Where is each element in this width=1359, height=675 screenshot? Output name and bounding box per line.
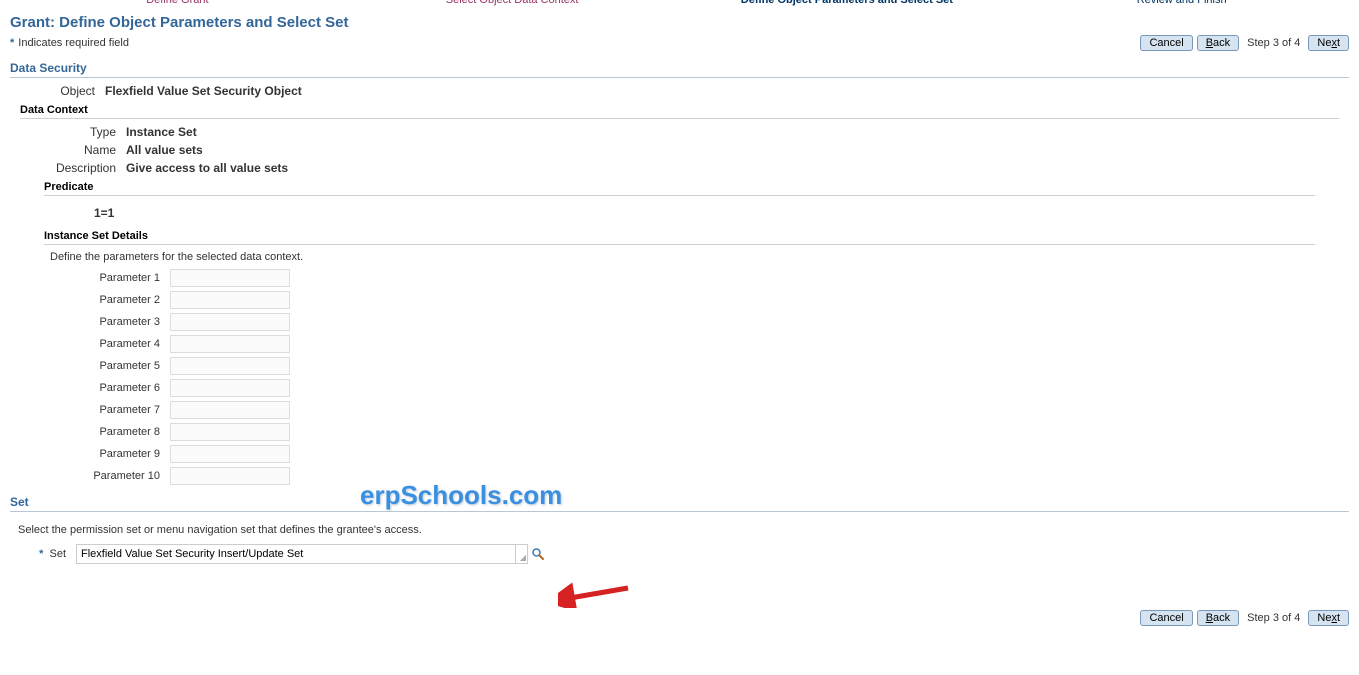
description-label: Description [36, 161, 126, 175]
param6-label: Parameter 6 [50, 382, 170, 394]
predicate-heading: Predicate [44, 181, 1315, 196]
type-label: Type [36, 125, 126, 139]
type-value: Instance Set [126, 125, 197, 139]
back-button-bottom[interactable]: Back [1197, 610, 1239, 626]
param9-input[interactable] [170, 445, 290, 463]
object-value: Flexfield Value Set Security Object [105, 84, 302, 98]
step-indicator: Step 3 of 4 [1243, 37, 1304, 49]
top-button-bar: Cancel Back Step 3 of 4 Next [1140, 35, 1349, 51]
param4-input[interactable] [170, 335, 290, 353]
step-indicator-bottom: Step 3 of 4 [1243, 612, 1304, 624]
param7-label: Parameter 7 [50, 404, 170, 416]
train-step-2[interactable]: Select Object Data Context [345, 0, 680, 8]
train-step-3: Define Object Parameters and Select Set [680, 0, 1015, 8]
param10-input[interactable] [170, 467, 290, 485]
param2-label: Parameter 2 [50, 294, 170, 306]
instance-set-instruction: Define the parameters for the selected d… [20, 249, 1339, 267]
page-title: Grant: Define Object Parameters and Sele… [0, 8, 1359, 33]
set-label: * Set [18, 548, 76, 560]
param3-input[interactable] [170, 313, 290, 331]
set-input[interactable] [76, 544, 516, 564]
lov-dropdown-icon[interactable]: ◢ [516, 544, 528, 564]
object-label: Object [30, 84, 105, 98]
param3-label: Parameter 3 [50, 316, 170, 328]
train-step-4: Review and Finish [1014, 0, 1349, 8]
train-steps: Define Grant Select Object Data Context … [0, 0, 1359, 8]
param10-label: Parameter 10 [50, 470, 170, 482]
param8-label: Parameter 8 [50, 426, 170, 438]
param4-label: Parameter 4 [50, 338, 170, 350]
required-field-indicator: *Indicates required field [10, 37, 129, 49]
param8-input[interactable] [170, 423, 290, 441]
param1-label: Parameter 1 [50, 272, 170, 284]
param5-label: Parameter 5 [50, 360, 170, 372]
search-icon[interactable] [531, 547, 545, 561]
data-security-heading: Data Security [10, 61, 1349, 78]
instance-set-details-heading: Instance Set Details [44, 230, 1315, 245]
name-label: Name [36, 143, 126, 157]
cancel-button[interactable]: Cancel [1140, 35, 1192, 51]
bottom-button-bar: Cancel Back Step 3 of 4 Next [0, 602, 1359, 634]
data-context-heading: Data Context [20, 104, 1339, 119]
next-button[interactable]: Next [1308, 35, 1349, 51]
name-value: All value sets [126, 143, 203, 157]
back-button[interactable]: Back [1197, 35, 1239, 51]
param6-input[interactable] [170, 379, 290, 397]
predicate-value: 1=1 [44, 200, 1315, 226]
param5-input[interactable] [170, 357, 290, 375]
next-button-bottom[interactable]: Next [1308, 610, 1349, 626]
cancel-button-bottom[interactable]: Cancel [1140, 610, 1192, 626]
train-step-1[interactable]: Define Grant [10, 0, 345, 8]
description-value: Give access to all value sets [126, 161, 288, 175]
param7-input[interactable] [170, 401, 290, 419]
param2-input[interactable] [170, 291, 290, 309]
set-heading: Set [10, 495, 1349, 512]
param1-input[interactable] [170, 269, 290, 287]
set-instruction: Select the permission set or menu naviga… [0, 516, 1359, 542]
param9-label: Parameter 9 [50, 448, 170, 460]
